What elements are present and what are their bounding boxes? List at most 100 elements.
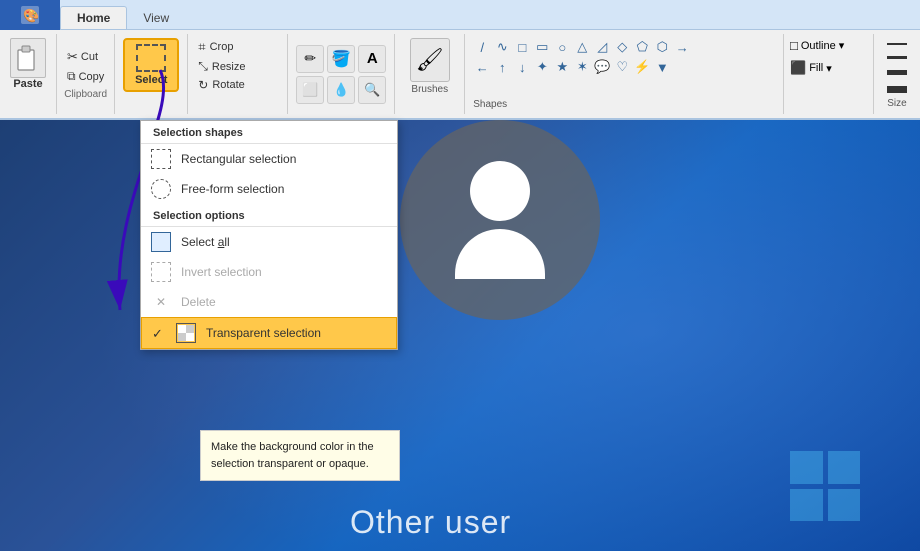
freeform-icon <box>151 179 171 199</box>
transparent-selection-item[interactable]: ✓ Transparent selection <box>141 317 397 349</box>
delete-item[interactable]: ✕ Delete <box>141 287 397 317</box>
select-icon <box>136 44 166 72</box>
resize-label: Resize <box>212 61 246 73</box>
delete-label: Delete <box>181 295 216 309</box>
paste-svg-icon <box>16 44 40 72</box>
text-tool[interactable]: A <box>358 45 386 73</box>
avatar-head <box>470 161 530 221</box>
more-shapes[interactable]: ▼ <box>653 58 671 76</box>
fill-bucket-icon: ⬛ <box>790 60 806 76</box>
resize-button[interactable]: ⤡ Resize <box>194 58 281 75</box>
transparent-icon <box>176 323 196 343</box>
right-triangle-shape[interactable]: ◿ <box>593 38 611 56</box>
star6-shape[interactable]: ✶ <box>573 58 591 76</box>
outline-fill-group: □ Outline ▾ ⬛ Fill ▾ <box>784 34 874 114</box>
size-line-2 <box>887 56 907 59</box>
rounded-rect-shape[interactable]: ▭ <box>533 38 551 56</box>
heart-shape[interactable]: ♡ <box>613 58 631 76</box>
copy-button[interactable]: ⧉ Copy <box>63 68 108 85</box>
fill-label: Fill <box>809 62 823 74</box>
size-line-3 <box>887 70 907 75</box>
tooltip-box: Make the background color in the selecti… <box>200 430 400 481</box>
transparent-svg <box>178 325 194 341</box>
invert-selection-item[interactable]: Invert selection <box>141 257 397 287</box>
fill-button[interactable]: ⬛ Fill ▾ <box>790 60 867 76</box>
invert-icon <box>151 262 171 282</box>
paste-group: Paste <box>0 34 57 114</box>
rotate-button[interactable]: ↻ Rotate <box>194 77 281 93</box>
lightning-shape[interactable]: ⚡ <box>633 58 651 76</box>
curve-shape[interactable]: ∿ <box>493 38 511 56</box>
hexagon-shape[interactable]: ⬡ <box>653 38 671 56</box>
size-group: Size <box>874 34 920 114</box>
size-line-1 <box>887 43 907 45</box>
tab-view[interactable]: View <box>127 7 185 29</box>
ribbon-area: 🎨 Home View Paste ✂ Cut <box>0 0 920 120</box>
freeform-selection-item[interactable]: Free-form selection <box>141 174 397 204</box>
transparent-label: Transparent selection <box>206 326 321 340</box>
star5-shape[interactable]: ★ <box>553 58 571 76</box>
triangle-shape[interactable]: △ <box>573 38 591 56</box>
size-selector[interactable] <box>882 38 912 98</box>
callout-shape[interactable]: 💬 <box>593 58 611 76</box>
selection-shapes-header: Selection shapes <box>141 121 397 144</box>
rectangular-selection-item[interactable]: Rectangular selection <box>141 144 397 174</box>
avatar-body <box>455 229 545 279</box>
freeform-label: Free-form selection <box>181 182 284 196</box>
down-arrow-shape[interactable]: ↓ <box>513 58 531 76</box>
tab-home[interactable]: Home <box>60 6 127 29</box>
cut-label: Cut <box>81 51 98 63</box>
paste-button[interactable]: Paste <box>10 38 46 90</box>
eraser-tool[interactable]: ⬜ <box>296 76 324 104</box>
up-arrow-shape[interactable]: ↑ <box>493 58 511 76</box>
clipboard-label: Clipboard <box>63 89 108 100</box>
shapes-group: / ∿ □ ▭ ○ △ ◿ ◇ ⬠ ⬡ → ← ↑ ↓ ✦ ★ ✶ 💬 ♡ <box>465 34 784 114</box>
other-user-text: Other user <box>350 504 511 541</box>
rotate-label: Rotate <box>212 79 244 91</box>
select-all-underline: a <box>218 235 225 249</box>
avatar-circle <box>400 120 600 320</box>
crop-label: Crop <box>210 41 234 53</box>
outline-button[interactable]: □ Outline ▾ <box>790 38 867 53</box>
outline-chevron: ▾ <box>839 39 845 52</box>
shapes-label: Shapes <box>473 99 775 110</box>
crop-button[interactable]: ⌗ Crop <box>194 38 281 56</box>
user-avatar <box>380 120 620 420</box>
magnifier-tool[interactable]: 🔍 <box>358 76 386 104</box>
brushes-button[interactable]: 🖌 <box>410 38 450 82</box>
cut-button[interactable]: ✂ Cut <box>63 48 108 66</box>
shapes-grid: / ∿ □ ▭ ○ △ ◿ ◇ ⬠ ⬡ → ← ↑ ↓ ✦ ★ ✶ 💬 ♡ <box>473 38 693 76</box>
diamond-shape[interactable]: ◇ <box>613 38 631 56</box>
image-btns: ⌗ Crop ⤡ Resize ↻ Rotate <box>194 38 281 93</box>
tab-bar: 🎨 Home View <box>0 0 920 30</box>
paste-icon <box>10 38 46 78</box>
ribbon-content: Paste ✂ Cut ⧉ Copy Clipboard Select <box>0 30 920 120</box>
tooltip-text: Make the background color in the selecti… <box>211 441 374 470</box>
select-button[interactable]: Select <box>123 38 179 92</box>
selection-options-header: Selection options <box>141 204 397 227</box>
image-group: ⌗ Crop ⤡ Resize ↻ Rotate <box>188 34 288 114</box>
select-all-icon <box>151 232 171 252</box>
select-label: Select <box>135 74 167 86</box>
select-all-item[interactable]: Select all <box>141 227 397 257</box>
fill-tool[interactable]: 🪣 <box>327 45 355 73</box>
rect-shape[interactable]: □ <box>513 38 531 56</box>
tools-row1: ✏ 🪣 A <box>296 45 386 73</box>
crop-icon: ⌗ <box>198 39 205 55</box>
fill-chevron: ▾ <box>826 62 832 75</box>
checkmark-icon: ✓ <box>152 326 166 340</box>
paste-label: Paste <box>13 78 42 90</box>
color-picker-tool[interactable]: 💧 <box>327 76 355 104</box>
pentagon-shape[interactable]: ⬠ <box>633 38 651 56</box>
app-logo-area: 🎨 <box>0 0 60 30</box>
pencil-tool[interactable]: ✏ <box>296 45 324 73</box>
clipboard-small-group: ✂ Cut ⧉ Copy Clipboard <box>57 34 115 114</box>
delete-icon: ✕ <box>151 292 171 312</box>
copy-label: Copy <box>79 71 105 83</box>
line-shape[interactable]: / <box>473 38 491 56</box>
rectangular-label: Rectangular selection <box>181 152 296 166</box>
ellipse-shape[interactable]: ○ <box>553 38 571 56</box>
left-arrow-shape[interactable]: ← <box>473 58 491 76</box>
star4-shape[interactable]: ✦ <box>533 58 551 76</box>
right-arrow-shape[interactable]: → <box>673 38 691 56</box>
